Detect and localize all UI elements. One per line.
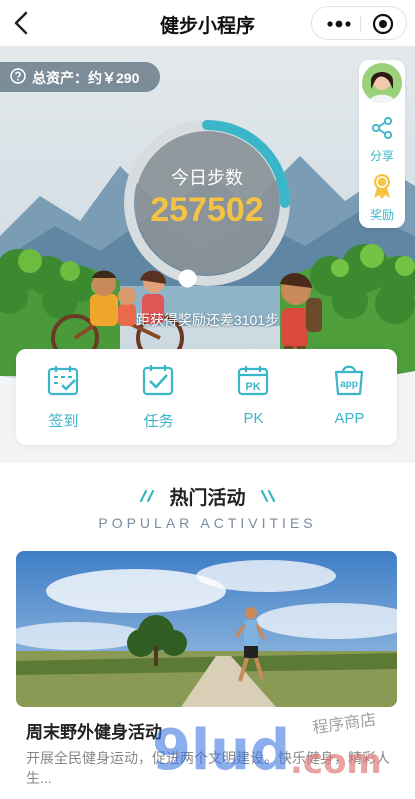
title-deco-right-icon [260, 489, 276, 503]
popular-section: 热门活动 POPULAR ACTIVITIES 周末野外健身活动 开展全民健身运… [0, 463, 415, 799]
capsule-divider [360, 15, 361, 33]
pk-calendar-icon: PK [237, 366, 269, 396]
section-subtitle: POPULAR ACTIVITIES [98, 515, 317, 531]
avatar[interactable] [362, 63, 402, 103]
award-label[interactable]: 奖励 [359, 206, 405, 223]
mini-program-capsule [311, 6, 407, 40]
step-ring: 今日步数 257502 [121, 117, 293, 289]
section-title: 热门活动 [0, 483, 415, 510]
menu-label-app: APP [334, 410, 365, 427]
svg-text:app: app [340, 379, 358, 390]
question-icon [10, 68, 26, 84]
menu-item-app[interactable]: app APP [302, 349, 397, 445]
today-steps-label: 今日步数 [171, 168, 243, 188]
task-check-icon [142, 365, 174, 396]
menu-item-pk[interactable]: PK PK [206, 349, 301, 445]
menu-label-signin: 签到 [48, 413, 79, 430]
step-count: 257502 [150, 191, 264, 229]
reward-remaining-text: 距获得奖励还差3101步 [135, 312, 280, 328]
function-menu: 签到 任务 PK PK app APP [16, 349, 397, 445]
calendar-check-icon [47, 366, 79, 396]
section-title-text: 热门活动 [169, 488, 246, 509]
activity-image[interactable] [16, 551, 397, 707]
more-icon[interactable] [324, 16, 354, 32]
share-label[interactable]: 分享 [359, 147, 405, 164]
svg-text:PK: PK [245, 381, 260, 393]
title-deco-left-icon [139, 489, 155, 503]
menu-item-task[interactable]: 任务 [111, 349, 206, 445]
nav-bar: 健步小程序 [0, 0, 415, 46]
total-assets-badge[interactable]: 总资产：约￥290 [0, 62, 160, 92]
award-medal-icon[interactable] [370, 172, 394, 200]
total-assets-text: 总资产：约￥290 [32, 70, 140, 86]
menu-label-pk: PK [243, 410, 264, 427]
menu-label-task: 任务 [143, 413, 174, 430]
activity-title[interactable]: 周末野外健身活动 [26, 718, 162, 743]
share-icon[interactable] [370, 116, 394, 140]
activity-description: 开展全民健身运动，促进两个文明建设。快乐健身，精彩人生... [26, 750, 390, 786]
app-bag-icon: app [334, 365, 364, 396]
side-panel: 分享 奖励 [359, 60, 405, 228]
close-target-icon[interactable] [372, 13, 394, 35]
menu-item-signin[interactable]: 签到 [16, 349, 111, 445]
